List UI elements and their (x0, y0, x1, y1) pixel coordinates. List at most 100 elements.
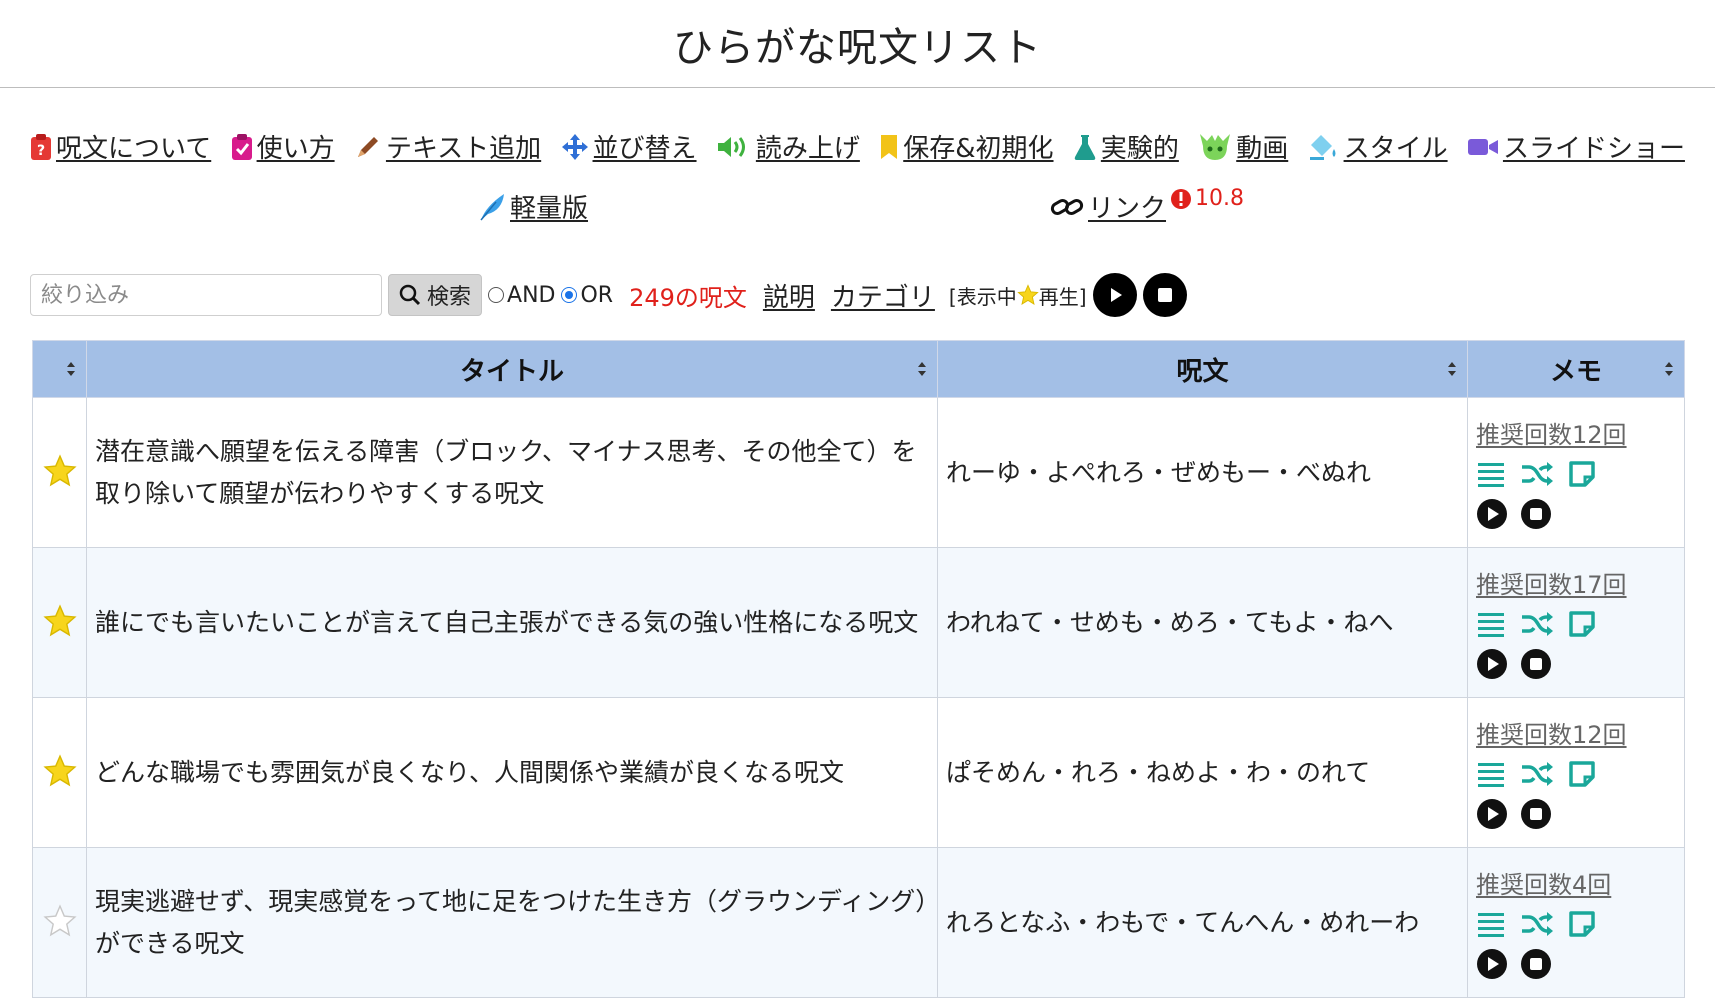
mode-and-radio[interactable]: AND (488, 283, 555, 308)
spell-cell: われねて・せめも・めろ・てもよ・ねへ (937, 547, 1468, 698)
sort-icon (67, 362, 75, 376)
note-icon (1569, 461, 1595, 487)
shuffle-button[interactable] (1520, 610, 1554, 638)
play-icon (1477, 499, 1507, 529)
favorite-cell (32, 397, 87, 548)
header-title[interactable]: タイトル (86, 340, 938, 398)
check-clipboard-icon (231, 133, 252, 160)
menu-slideshow[interactable]: スライドショー (1467, 128, 1685, 165)
recommended-count-link[interactable]: 推奨回数12回 (1476, 721, 1627, 749)
row-play-button[interactable] (1476, 948, 1508, 980)
row-play-button[interactable] (1476, 798, 1508, 830)
table-row: 誰にでも言いたいことが言えて自己主張ができる気の強い性格になる呪文 われねて・せ… (32, 547, 1685, 698)
recommended-count-link[interactable]: 推奨回数17回 (1476, 571, 1627, 599)
table-row: 現実逃避せず、現実感覚をって地に足をつけた生き方（グラウンディング）ができる呪文… (32, 847, 1685, 998)
table-row: 潜在意識へ願望を伝える障害（ブロック、マイナス思考、その他全て）を取り除いて願望… (32, 397, 1685, 548)
menu-label: 実験的 (1100, 134, 1179, 164)
mode-or-radio[interactable]: OR (561, 283, 613, 308)
shuffle-icon (1522, 912, 1553, 936)
shuffle-icon (1522, 762, 1553, 786)
menu-label: スタイル (1343, 134, 1448, 164)
spell-cell: れろとなふ・わもで・てんへん・めれーわ (937, 847, 1468, 998)
favorite-star-toggle[interactable] (42, 753, 77, 788)
menu-link[interactable]: リンク (1050, 188, 1166, 225)
menu-usage[interactable]: 使い方 (231, 128, 335, 165)
menu-label: 並び替え (592, 134, 697, 164)
menu-video[interactable]: 動画 (1198, 128, 1288, 165)
row-stop-button[interactable] (1520, 948, 1552, 980)
row-stop-button[interactable] (1520, 798, 1552, 830)
recommended-count-link[interactable]: 推奨回数4回 (1476, 871, 1611, 899)
header-star[interactable] (32, 340, 87, 398)
favorite-star-toggle[interactable] (42, 903, 77, 938)
note-icon (1569, 611, 1595, 637)
stop-icon (1157, 288, 1172, 302)
link-icon (1050, 198, 1084, 215)
header-memo[interactable]: メモ (1467, 340, 1685, 398)
list-icon (1478, 613, 1504, 637)
stop-icon (1521, 799, 1551, 829)
shuffle-button[interactable] (1520, 460, 1554, 488)
star-icon (42, 453, 77, 486)
stop-icon (1521, 499, 1551, 529)
favorite-star-toggle[interactable] (42, 603, 77, 638)
list-button[interactable] (1476, 760, 1506, 788)
note-button[interactable] (1568, 610, 1596, 638)
menu-row: ? 呪文について 使い方 テキスト追加 並び替え 読み上げ 保存&初期化 実験的 (30, 128, 1685, 165)
menu-read-aloud[interactable]: 読み上げ (716, 128, 860, 165)
radio-circle-selected (561, 287, 578, 303)
search-button[interactable]: 検索 (388, 274, 483, 316)
shuffle-button[interactable] (1520, 910, 1554, 938)
stop-all-button[interactable] (1142, 273, 1187, 317)
menu-label: 呪文について (56, 134, 212, 164)
stop-icon (1521, 949, 1551, 979)
title-cell: どんな職場でも雰囲気が良くなり、人間関係や業績が良くなる呪文 (86, 697, 938, 848)
star-icon (42, 603, 77, 636)
shuffle-button[interactable] (1520, 760, 1554, 788)
filter-input[interactable] (30, 274, 382, 316)
memo-actions (1476, 610, 1676, 638)
play-all-button[interactable] (1092, 273, 1137, 317)
menu-save-reset[interactable]: 保存&初期化 (879, 128, 1054, 165)
main-menu: ? 呪文について 使い方 テキスト追加 並び替え 読み上げ 保存&初期化 実験的 (0, 88, 1715, 238)
list-button[interactable] (1476, 910, 1506, 938)
memo-actions (1476, 460, 1676, 488)
row-stop-button[interactable] (1520, 648, 1552, 680)
playback-prefix: [表示中 (948, 284, 1017, 309)
menu-add-text[interactable]: テキスト追加 (354, 128, 541, 165)
note-button[interactable] (1568, 460, 1596, 488)
category-link[interactable]: カテゴリ (831, 277, 935, 314)
menu-sort[interactable]: 並び替え (561, 128, 697, 165)
recommended-count-link[interactable]: 推奨回数12回 (1476, 421, 1627, 449)
menu-lite-version[interactable]: 軽量版 (478, 188, 588, 225)
note-button[interactable] (1568, 760, 1596, 788)
sort-icon (918, 362, 926, 376)
menu-experimental[interactable]: 実験的 (1073, 128, 1179, 165)
note-icon (1569, 761, 1595, 787)
explain-link[interactable]: 説明 (763, 277, 815, 314)
play-icon (1477, 649, 1507, 679)
header-spell[interactable]: 呪文 (937, 340, 1468, 398)
menu-label: テキスト追加 (385, 134, 542, 164)
menu-label: 保存&初期化 (903, 134, 1054, 164)
question-clipboard-icon: ? (31, 133, 51, 160)
radio-label: OR (580, 282, 614, 308)
play-icon (1477, 799, 1507, 829)
memo-cell: 推奨回数12回 (1467, 697, 1685, 848)
spell-cell: れーゆ・よぺれろ・ぜめもー・べぬれ (937, 397, 1468, 548)
favorite-star-toggle[interactable] (42, 453, 77, 488)
speaker-icon (717, 136, 745, 157)
memo-cell: 推奨回数17回 (1467, 547, 1685, 698)
playback-suffix: 再生] (1038, 284, 1087, 309)
row-play-button[interactable] (1476, 648, 1508, 680)
move-arrows-icon (561, 133, 588, 160)
row-stop-button[interactable] (1520, 498, 1552, 530)
row-play-button[interactable] (1476, 498, 1508, 530)
menu-style[interactable]: スタイル (1308, 128, 1448, 165)
list-button[interactable] (1476, 460, 1506, 488)
menu-about-spells[interactable]: ? 呪文について (30, 128, 211, 165)
list-button[interactable] (1476, 610, 1506, 638)
menu-label: 動画 (1236, 134, 1289, 164)
note-button[interactable] (1568, 910, 1596, 938)
memo-playback (1476, 798, 1676, 830)
